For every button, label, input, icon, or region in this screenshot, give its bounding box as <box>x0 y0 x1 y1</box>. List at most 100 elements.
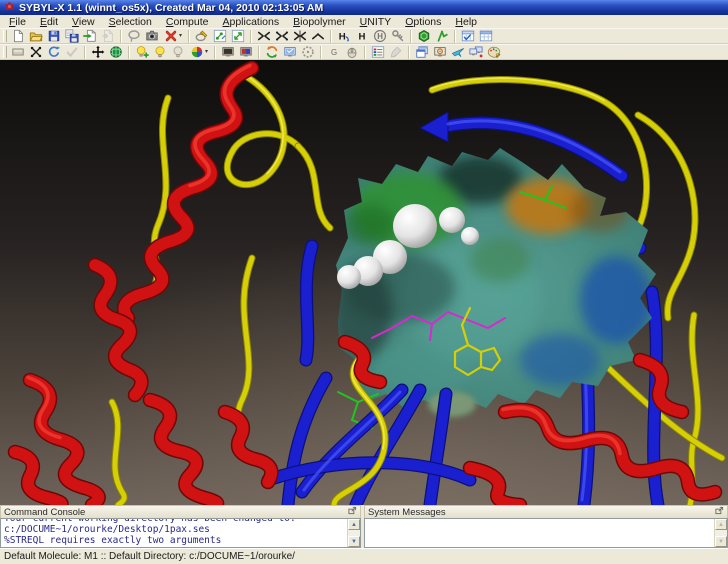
hydrogen-circle-icon: H <box>373 29 387 43</box>
title-bar[interactable]: SYBYL-X 1.1 (winnt_os5x), Created Mar 04… <box>0 0 728 15</box>
sketch-molecule-button[interactable] <box>193 29 211 44</box>
toolbar-separator <box>258 46 260 59</box>
menu-edit[interactable]: Edit <box>33 16 65 28</box>
import-button[interactable] <box>81 29 99 44</box>
camera-icon <box>145 29 159 43</box>
delete-button[interactable]: ▾ <box>161 29 185 44</box>
center-view-button[interactable] <box>27 45 45 60</box>
toolbar-separator <box>84 46 86 59</box>
display-check-button[interactable] <box>281 45 299 60</box>
open-button[interactable] <box>27 29 45 44</box>
new-file-icon <box>11 29 25 43</box>
clean-structure-button[interactable] <box>229 29 247 44</box>
menu-applications[interactable]: Applications <box>215 16 286 28</box>
global-rotate-button[interactable] <box>107 45 125 60</box>
save-as-button[interactable] <box>63 29 81 44</box>
bond-angle-button[interactable] <box>309 29 327 44</box>
export-button <box>99 29 117 44</box>
toolbar-separator <box>364 46 366 59</box>
color-palette-button[interactable]: ▾ <box>187 45 211 60</box>
menu-compute[interactable]: Compute <box>159 16 216 28</box>
apply-button <box>63 45 81 60</box>
toolbar-grip[interactable] <box>3 30 7 42</box>
export-icon <box>101 29 115 43</box>
cyan-plane-icon <box>451 45 465 59</box>
ring-fragment-button[interactable] <box>415 29 433 44</box>
paint-palette-button[interactable] <box>485 45 503 60</box>
legend-button[interactable] <box>369 45 387 60</box>
table-button[interactable] <box>477 29 495 44</box>
lamp-monitor-button[interactable] <box>431 45 449 60</box>
lasso-select-button[interactable] <box>125 29 143 44</box>
menu-biopolymer[interactable]: Biopolymer <box>286 16 353 28</box>
palette-icon <box>190 45 204 59</box>
table-checked-button[interactable] <box>459 29 477 44</box>
charges-tool-button[interactable] <box>389 29 407 44</box>
import-icon <box>83 29 97 43</box>
menu-unity[interactable]: UNITY <box>353 16 399 28</box>
build-molecule-button[interactable] <box>211 29 229 44</box>
toolbar-grip[interactable] <box>3 46 7 58</box>
translate-button[interactable] <box>89 45 107 60</box>
toolbar-separator <box>250 30 252 43</box>
residue-tool-button[interactable] <box>433 29 451 44</box>
scroll-up-icon[interactable]: ▲ <box>348 519 360 530</box>
status-text: Default Molecule: M1 :: Default Director… <box>4 551 295 562</box>
console-scrollbar[interactable]: ▲ ▼ <box>347 519 360 547</box>
menu-bar: FileEditViewSelectionComputeApplications… <box>0 15 728 28</box>
console-output: Your current working directory has been … <box>1 518 360 546</box>
lasso-icon <box>127 29 141 43</box>
menu-file[interactable]: File <box>2 16 33 28</box>
molecule-viewport[interactable]: .yld{fill:none;stroke:#8a8500;stroke-wid… <box>0 60 728 505</box>
protein-ribbon-scene: .yld{fill:none;stroke:#8a8500;stroke-wid… <box>0 60 728 505</box>
mouse-settings-button[interactable] <box>343 45 361 60</box>
add-hydrogens-button[interactable]: H <box>335 29 353 44</box>
flat-button[interactable] <box>9 45 27 60</box>
menu-selection[interactable]: Selection <box>102 16 159 28</box>
menu-view[interactable]: View <box>65 16 102 28</box>
command-console-body[interactable]: Your current working directory has been … <box>0 518 361 548</box>
add-hydrogens-icon: H <box>337 29 351 43</box>
bottom-panels: Command Console Your current working dir… <box>0 505 728 548</box>
pointer-tool-button[interactable] <box>449 45 467 60</box>
toggle-hydrogens-button[interactable]: H <box>371 29 389 44</box>
dual-monitor-button[interactable] <box>467 45 485 60</box>
monitor-color-button[interactable] <box>237 45 255 60</box>
toolbar-separator <box>128 46 130 59</box>
windows-stack-icon <box>415 45 429 59</box>
command-console-header[interactable]: Command Console <box>0 505 361 518</box>
join-bond-button[interactable] <box>255 29 273 44</box>
console-line: c:/DOCUME~1/orourke/Desktop/1pax.ses <box>4 524 360 535</box>
fuse-rings-button[interactable] <box>273 29 291 44</box>
system-messages-body[interactable]: ▲ ▼ <box>364 518 728 548</box>
snapshot-button[interactable] <box>143 29 161 44</box>
light-on-button[interactable] <box>151 45 169 60</box>
monitor-screen-icon <box>283 45 297 59</box>
float-panel-icon-slot[interactable] <box>715 506 724 518</box>
toolbar-separator <box>320 46 322 59</box>
refresh-blue-icon <box>47 45 61 59</box>
light-off-button[interactable] <box>169 45 187 60</box>
swap-display-button[interactable] <box>263 45 281 60</box>
system-messages-title: System Messages <box>368 507 446 518</box>
scroll-down-icon[interactable]: ▼ <box>348 536 360 547</box>
break-bond-button[interactable] <box>291 29 309 44</box>
refresh-view-button[interactable] <box>45 45 63 60</box>
menu-options[interactable]: Options <box>398 16 448 28</box>
label-g-icon: G <box>327 45 341 59</box>
windows-button[interactable] <box>413 45 431 60</box>
save-button[interactable] <box>45 29 63 44</box>
save-icon <box>47 29 61 43</box>
label-g-button[interactable]: G <box>325 45 343 60</box>
hydrogens-button[interactable]: H <box>353 29 371 44</box>
svg-text:G: G <box>331 48 337 57</box>
menu-help[interactable]: Help <box>448 16 484 28</box>
new-file-button[interactable] <box>9 29 27 44</box>
add-light-button[interactable] <box>133 45 151 60</box>
system-messages-header[interactable]: System Messages <box>364 505 728 518</box>
float-panel-icon-slot[interactable] <box>348 506 357 518</box>
gray-button-icon <box>11 45 25 59</box>
brush-button <box>387 45 405 60</box>
selection-circle-button[interactable] <box>299 45 317 60</box>
monitor-dark-button[interactable] <box>219 45 237 60</box>
